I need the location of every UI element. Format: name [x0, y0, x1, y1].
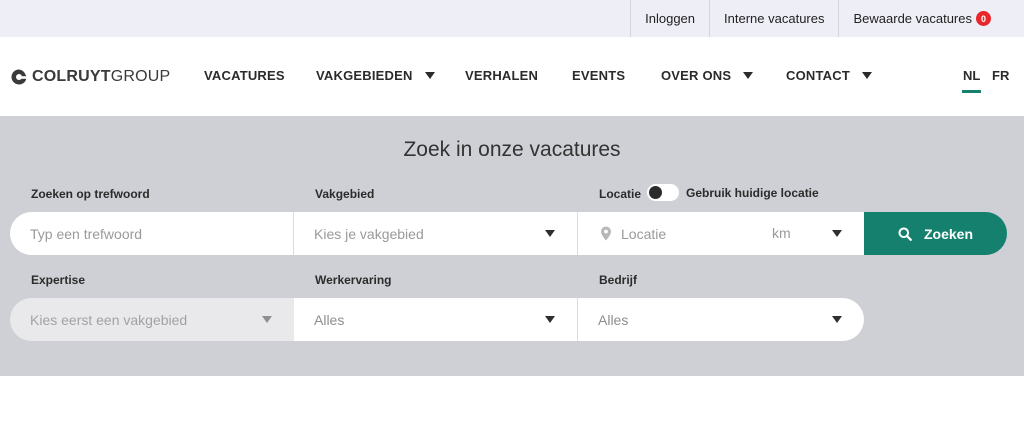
search-button[interactable]: Zoeken: [864, 212, 1007, 255]
search-title: Zoek in onze vacatures: [403, 138, 621, 161]
caret-down-icon: [743, 72, 754, 79]
expertise-select[interactable]: Kies eerst een vakgebied: [10, 298, 294, 341]
dropdown-arrow-icon: [545, 230, 555, 237]
company-select[interactable]: Alles: [578, 298, 864, 341]
km-label: km: [772, 225, 791, 241]
saved-vacancies-label: Bewaarde vacatures: [853, 11, 972, 26]
nav-item-label: VAKGEBIEDEN: [316, 68, 413, 83]
use-location-toggle[interactable]: [647, 184, 679, 201]
dropdown-arrow-icon: [262, 316, 272, 323]
login-link[interactable]: Inloggen: [630, 0, 709, 37]
caret-down-icon: [424, 72, 435, 79]
experience-label: Werkervaring: [315, 273, 392, 287]
dropdown-arrow-icon: [832, 230, 842, 237]
keyword-label: Zoeken op trefwoord: [31, 187, 150, 201]
saved-vacancies-link[interactable]: Bewaarde vacatures 0: [838, 0, 1024, 37]
expertise-label: Expertise: [31, 273, 86, 287]
km-select[interactable]: km: [772, 225, 791, 241]
company-label: Bedrijf: [599, 273, 638, 287]
experience-value: Alles: [314, 311, 345, 328]
nav-item-over-ons[interactable]: OVER ONS: [661, 68, 754, 83]
search-icon: [898, 227, 912, 241]
internal-vacancies-link[interactable]: Interne vacatures: [709, 0, 838, 37]
lang-nl[interactable]: NL: [961, 68, 982, 93]
nav-item-label: VACATURES: [204, 68, 285, 83]
login-label: Inloggen: [645, 11, 696, 26]
nav-item-vacatures[interactable]: VACATURES: [204, 68, 285, 83]
location-placeholder: Locatie: [621, 225, 667, 242]
utility-bar: Inloggen Interne vacatures Bewaarde vaca…: [0, 0, 1024, 37]
use-location-label: Gebruik huidige locatie: [686, 186, 819, 200]
company-value: Alles: [598, 311, 629, 328]
nav-item-label: CONTACT: [786, 68, 850, 83]
domain-placeholder: Kies je vakgebied: [314, 225, 424, 242]
keyword-placeholder: Typ een trefwoord: [30, 225, 143, 242]
toggle-knob: [649, 186, 662, 199]
search-panel: Zoek in onze vacatures Zoeken op trefwoo…: [0, 116, 1024, 376]
nav-item-events[interactable]: EVENTS: [572, 68, 625, 83]
nav-item-verhalen[interactable]: VERHALEN: [465, 68, 538, 83]
nav-item-contact[interactable]: CONTACT: [786, 68, 872, 83]
dropdown-arrow-icon: [832, 316, 842, 323]
domain-label: Vakgebied: [315, 187, 375, 201]
main-nav: COLRUYTGROUP VACATURES VAKGEBIEDEN VERHA…: [0, 37, 1024, 116]
location-label: Locatie: [599, 187, 642, 201]
saved-count-badge: 0: [976, 11, 991, 26]
internal-vacancies-label: Interne vacatures: [724, 11, 825, 26]
caret-down-icon: [861, 72, 872, 79]
dropdown-arrow-icon: [545, 316, 555, 323]
domain-select[interactable]: Kies je vakgebied: [294, 212, 578, 255]
keyword-input[interactable]: Typ een trefwoord: [10, 212, 294, 255]
nav-item-label: OVER ONS: [661, 68, 732, 83]
location-input[interactable]: Locatie km: [578, 212, 864, 255]
nav-item-label: EVENTS: [572, 68, 626, 83]
experience-select[interactable]: Alles: [294, 298, 578, 341]
nav-item-vakgebieden[interactable]: VAKGEBIEDEN: [316, 68, 435, 83]
location-pin-icon: [601, 226, 611, 241]
utility-links: Inloggen Interne vacatures Bewaarde vaca…: [630, 0, 1024, 37]
nav-item-label: VERHALEN: [465, 68, 539, 83]
search-button-label: Zoeken: [923, 225, 973, 242]
lang-fr[interactable]: FR: [992, 68, 1009, 83]
nav-menu: VACATURES VAKGEBIEDEN VERHALEN EVENTS OV…: [0, 37, 1024, 116]
expertise-placeholder: Kies eerst een vakgebied: [30, 311, 188, 328]
